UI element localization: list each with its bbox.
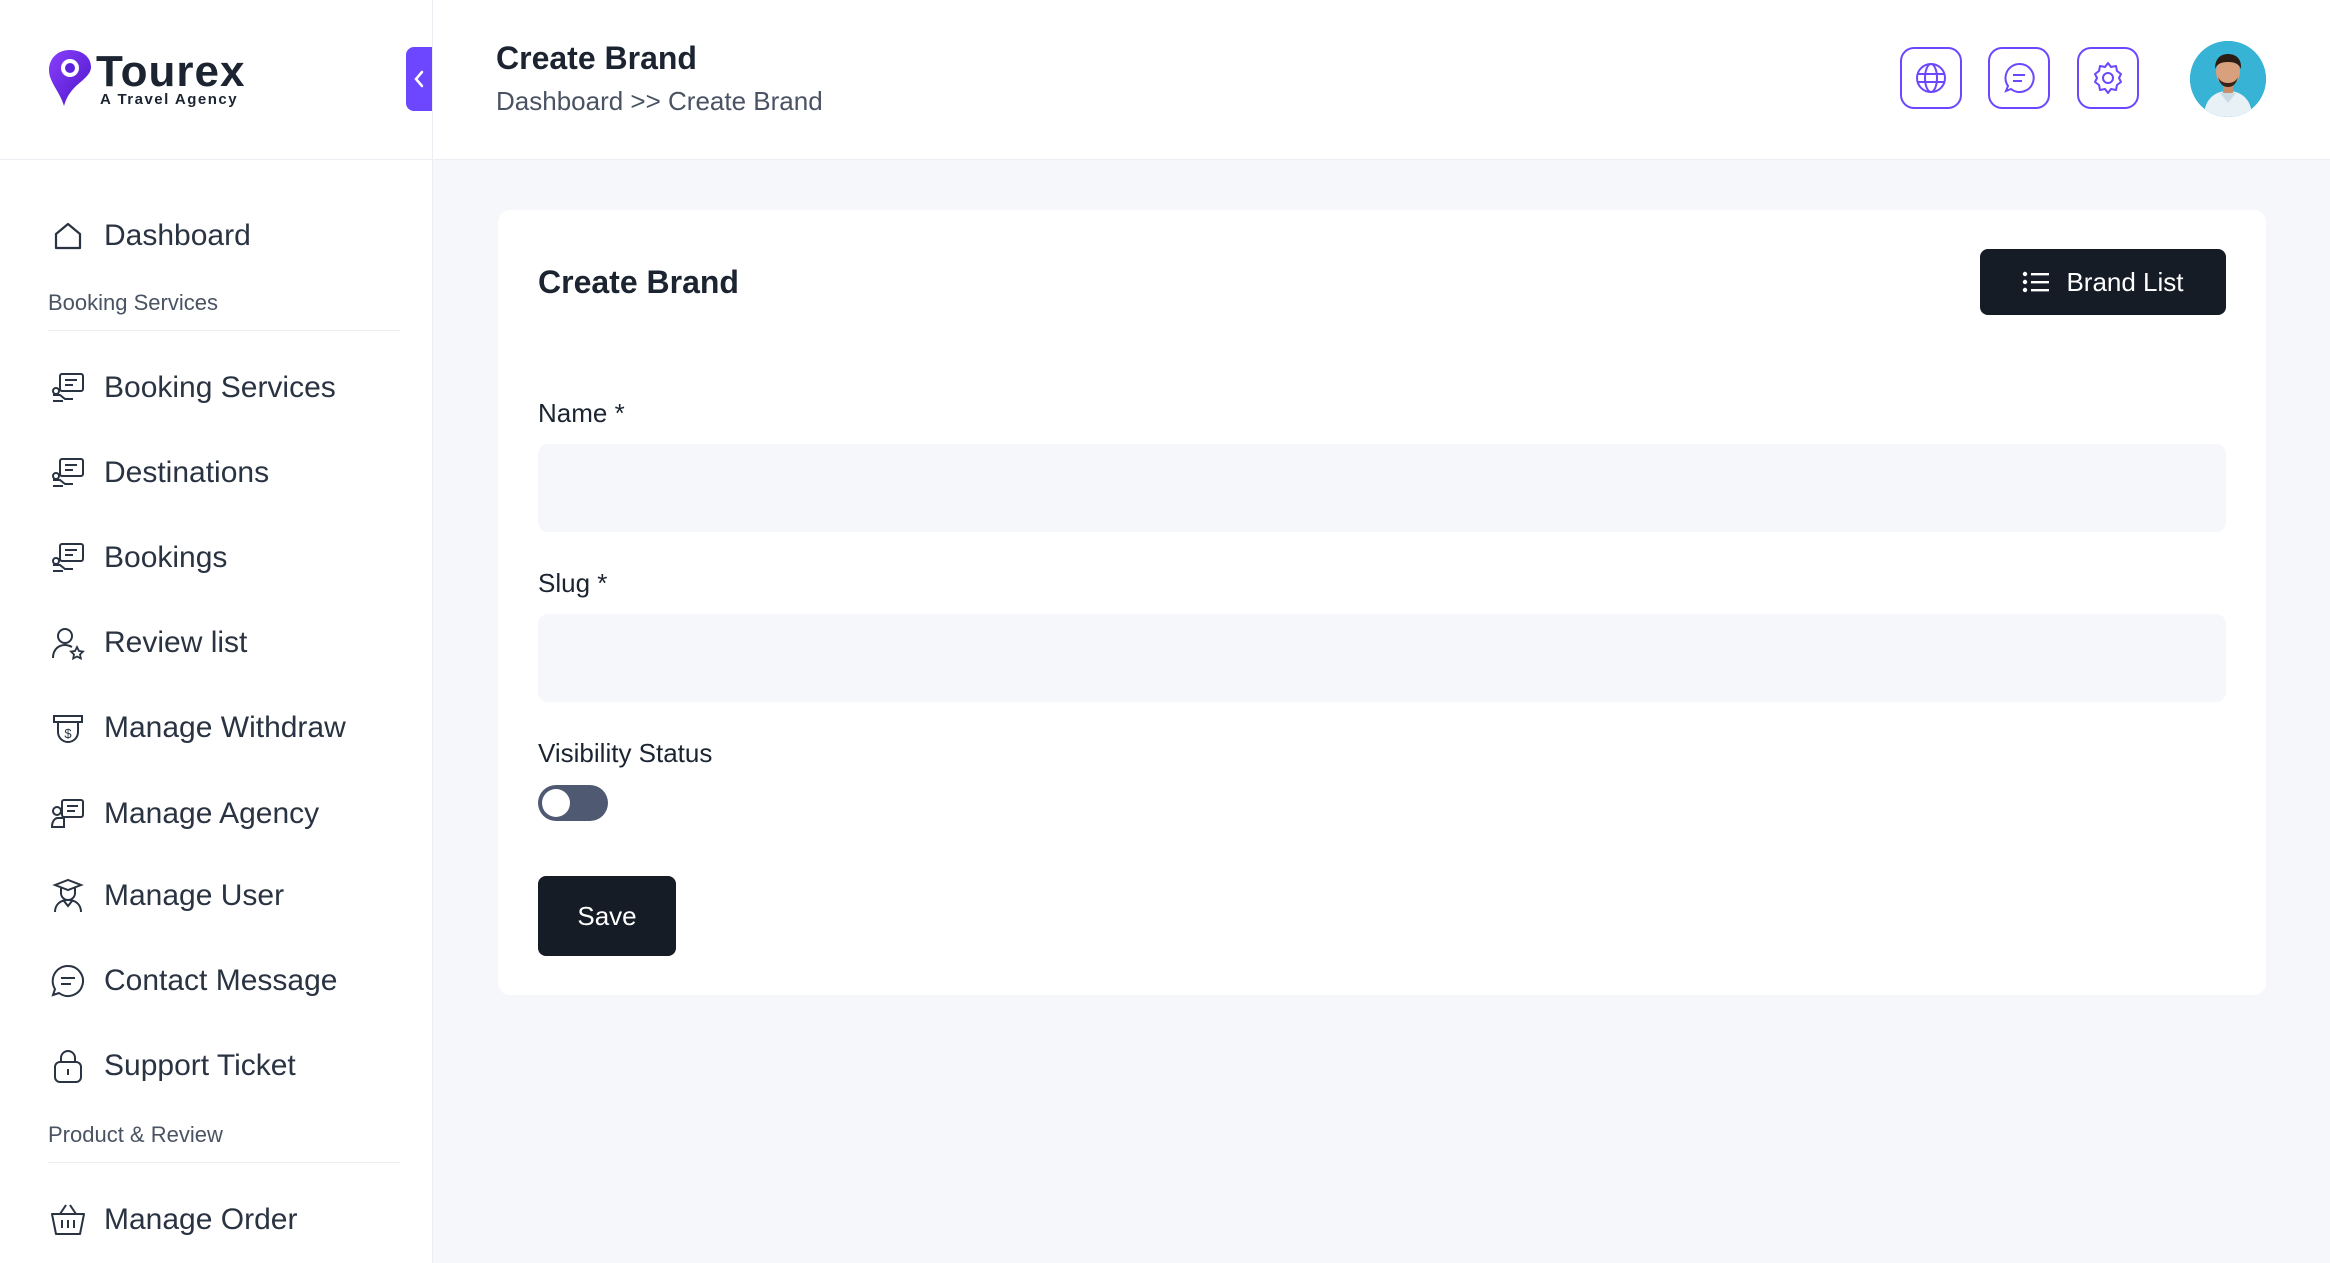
sidebar-item-label: Destinations: [104, 456, 270, 489]
sidebar-item-label: Manage Withdraw: [104, 711, 346, 744]
breadcrumb[interactable]: Dashboard >> Create Brand: [496, 86, 823, 117]
chevron-left-icon: [414, 70, 424, 88]
user-grad-icon: [48, 876, 88, 916]
top-header: Create Brand Dashboard >> Create Brand: [433, 0, 2330, 160]
globe-icon: [1916, 63, 1946, 93]
card-title: Create Brand: [538, 264, 739, 300]
message-icon: [48, 961, 88, 1001]
sidebar-item-bookings[interactable]: Bookings: [48, 530, 408, 586]
sidebar-item-label: Manage Agency: [104, 797, 320, 830]
brand-list-label: Brand List: [2066, 266, 2184, 297]
chat-icon: [2004, 62, 2035, 93]
sidebar-item-contact-message[interactable]: Contact Message: [48, 953, 408, 1009]
slug-input[interactable]: [538, 614, 2226, 702]
sidebar: Tourex A Travel Agency Dashboard Booking…: [0, 0, 433, 1263]
avatar[interactable]: [2190, 41, 2266, 117]
svg-text:$: $: [64, 726, 72, 741]
location-pin-logo-icon: [49, 50, 91, 106]
sidebar-item-manage-user[interactable]: Manage User: [48, 868, 408, 924]
sidebar-item-manage-order[interactable]: Manage Order: [48, 1192, 408, 1248]
messages-button[interactable]: [1988, 47, 2050, 109]
sidebar-item-label: Manage Order: [104, 1203, 298, 1236]
slug-label: Slug *: [538, 568, 608, 598]
sidebar-item-manage-withdraw[interactable]: $ Manage Withdraw: [48, 700, 408, 756]
chat-hand-icon: [48, 538, 88, 578]
brand-area: Tourex A Travel Agency: [0, 0, 432, 160]
sidebar-item-manage-agency[interactable]: Manage Agency: [48, 786, 408, 842]
sidebar-item-label: Dashboard: [104, 219, 251, 252]
sidebar-item-label: Bookings: [104, 541, 228, 574]
brand-list-button[interactable]: Brand List: [1980, 249, 2226, 315]
basket-icon: [48, 1200, 88, 1240]
chat-hand-icon: [48, 368, 88, 408]
toggle-knob: [542, 789, 570, 817]
create-brand-card: Create Brand Brand List Name * Slug * Vi…: [498, 210, 2266, 995]
settings-button[interactable]: [2077, 47, 2139, 109]
sidebar-item-label: Booking Services: [104, 371, 336, 404]
user-star-icon: [48, 623, 88, 663]
sidebar-item-review-list[interactable]: Review list: [48, 615, 408, 671]
gear-icon: [2094, 62, 2122, 94]
save-button[interactable]: Save: [538, 876, 676, 956]
sidebar-item-label: Review list: [104, 626, 248, 659]
sidebar-item-label: Support Ticket: [104, 1049, 296, 1082]
visibility-toggle[interactable]: [538, 785, 608, 821]
sidebar-item-booking-services[interactable]: Booking Services: [48, 360, 408, 416]
visibility-status-label: Visibility Status: [538, 738, 713, 768]
chat-hand-icon: [48, 453, 88, 493]
agency-icon: [48, 794, 88, 834]
logo-tagline: A Travel Agency: [100, 91, 239, 108]
name-label: Name *: [538, 398, 625, 428]
money-bag-icon: $: [48, 708, 88, 748]
sidebar-item-support-ticket[interactable]: Support Ticket: [48, 1038, 408, 1094]
sidebar-item-label: Manage User: [104, 879, 285, 912]
name-input[interactable]: [538, 444, 2226, 532]
sidebar-item-label: Contact Message: [104, 964, 338, 997]
lock-icon: [48, 1046, 88, 1086]
list-icon: [2022, 271, 2050, 293]
page-title: Create Brand: [496, 40, 697, 76]
logo[interactable]: Tourex A Travel Agency: [46, 46, 256, 116]
sidebar-item-destinations[interactable]: Destinations: [48, 445, 408, 501]
sidebar-section-booking: Booking Services: [48, 290, 400, 331]
home-icon: [48, 216, 88, 256]
user-avatar-icon: [2190, 41, 2266, 117]
sidebar-section-product-review: Product & Review: [48, 1122, 400, 1163]
sidebar-collapse-button[interactable]: [406, 47, 432, 111]
language-button[interactable]: [1900, 47, 1962, 109]
sidebar-item-dashboard[interactable]: Dashboard: [48, 208, 408, 264]
